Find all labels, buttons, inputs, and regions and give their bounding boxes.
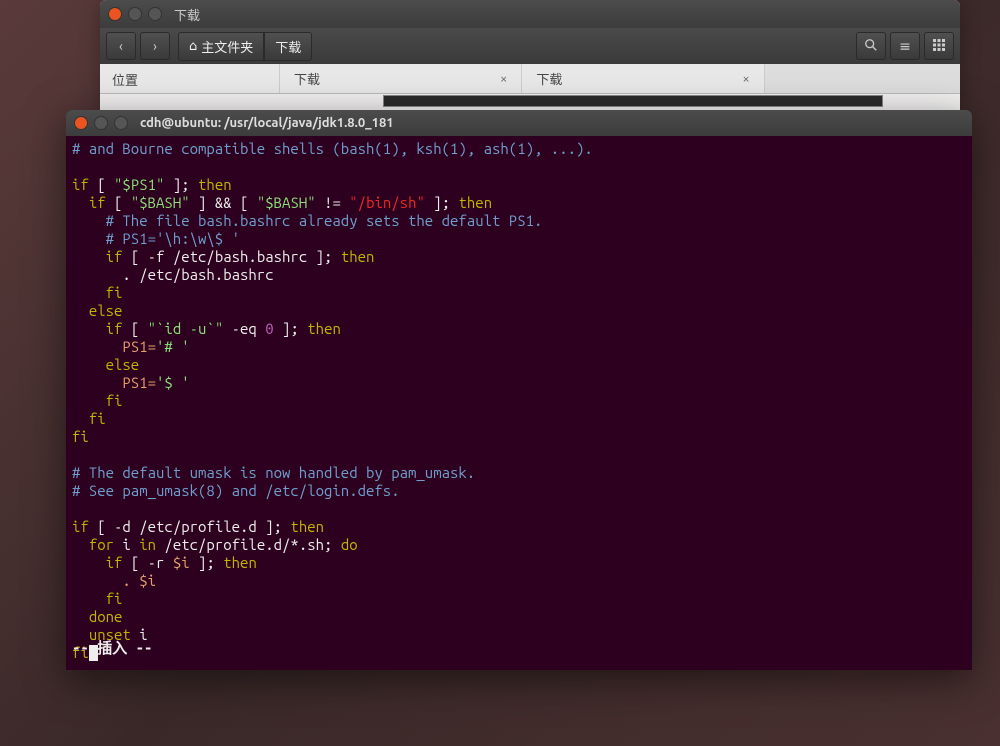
code-token: if	[106, 320, 123, 337]
fm-tab-1[interactable]: 下载 ×	[280, 64, 522, 93]
breadcrumb: ⌂ 主文件夹 下载	[178, 32, 312, 61]
grid-icon	[933, 38, 945, 54]
code-token: ];	[425, 194, 459, 211]
code-token: fi	[72, 428, 89, 445]
breadcrumb-home[interactable]: ⌂ 主文件夹	[178, 32, 264, 61]
search-icon	[864, 38, 878, 55]
code-token: fi	[106, 392, 123, 409]
term-maximize-icon[interactable]	[114, 116, 128, 130]
hamburger-icon: ≡	[899, 38, 911, 55]
code-token: [ -f /etc/bash.bashrc ];	[122, 248, 340, 265]
code-line: # PS1='\h:\w\$ '	[106, 230, 240, 247]
code-token: [	[89, 176, 114, 193]
code-token: [	[122, 320, 147, 337]
code-token: ]	[190, 194, 215, 211]
code-token: "$BASH"	[131, 194, 190, 211]
home-icon: ⌂	[189, 39, 197, 54]
code-token: if	[106, 554, 123, 571]
code-token: ];	[190, 554, 224, 571]
code-token: '$ '	[156, 374, 190, 391]
fm-content-strip	[383, 95, 883, 107]
close-icon[interactable]: ×	[742, 72, 749, 86]
breadcrumb-home-label: 主文件夹	[201, 37, 253, 56]
code-token: $i	[139, 572, 156, 589]
grid-view-button[interactable]	[924, 32, 954, 60]
code-line: # and Bourne compatible shells (bash(1),…	[72, 140, 593, 157]
fm-sidebar-header: 位置	[100, 64, 280, 93]
code-token: [ -d /etc/profile.d ];	[89, 518, 291, 535]
code-token: then	[290, 518, 324, 535]
fm-tabs: 位置 下载 × 下载 ×	[100, 64, 960, 94]
code-token: .	[122, 572, 139, 589]
search-button[interactable]	[856, 32, 886, 60]
code-token: [	[232, 194, 257, 211]
chevron-left-icon: ‹	[119, 38, 123, 54]
chevron-right-icon: ›	[153, 38, 157, 54]
breadcrumb-current[interactable]: 下载	[264, 32, 312, 61]
code-token: "/bin/sh"	[349, 194, 425, 211]
code-token: '# '	[156, 338, 190, 355]
code-line: # The default umask is now handled by pa…	[72, 464, 475, 481]
code-token: $i	[173, 554, 190, 571]
fm-minimize-icon[interactable]	[128, 7, 142, 21]
close-icon[interactable]: ×	[500, 72, 507, 86]
code-token: [ -r	[122, 554, 172, 571]
code-token: ];	[164, 176, 198, 193]
code-token: PS1=	[122, 374, 156, 391]
code-token: 0	[265, 320, 273, 337]
terminal-content[interactable]: # and Bourne compatible shells (bash(1),…	[66, 136, 972, 666]
fm-tab-2[interactable]: 下载 ×	[522, 64, 764, 93]
fm-maximize-icon[interactable]	[148, 7, 162, 21]
code-token: then	[459, 194, 493, 211]
breadcrumb-current-label: 下载	[275, 37, 301, 56]
code-token: if	[72, 176, 89, 193]
code-line: . /etc/bash.bashrc	[122, 266, 273, 283]
fm-titlebar[interactable]: 下载	[100, 0, 960, 28]
code-token: [	[106, 194, 131, 211]
terminal-titlebar[interactable]: cdh@ubuntu: /usr/local/java/jdk1.8.0_181	[66, 110, 972, 136]
file-manager-window: 下载 ‹ › ⌂ 主文件夹 下载 ≡	[100, 0, 960, 110]
code-token: fi	[106, 590, 123, 607]
fm-tab-2-label: 下载	[536, 69, 562, 88]
code-token: if	[106, 248, 123, 265]
code-token: if	[72, 518, 89, 535]
code-token: &&	[215, 194, 232, 211]
code-token: -eq	[223, 320, 265, 337]
code-token: fi	[106, 284, 123, 301]
code-token: ];	[274, 320, 308, 337]
code-token: then	[307, 320, 341, 337]
term-minimize-icon[interactable]	[94, 116, 108, 130]
back-button[interactable]: ‹	[106, 32, 136, 60]
vim-status-line: -- 插入 --	[72, 637, 152, 658]
forward-button[interactable]: ›	[140, 32, 170, 60]
code-token: "$BASH"	[257, 194, 316, 211]
code-token: !=	[316, 194, 350, 211]
code-token: in	[139, 536, 156, 553]
code-token: else	[89, 302, 123, 319]
term-close-icon[interactable]	[74, 116, 88, 130]
fm-close-icon[interactable]	[108, 7, 122, 21]
code-token: then	[341, 248, 375, 265]
code-token: then	[223, 554, 257, 571]
code-token: fi	[89, 410, 106, 427]
code-token: done	[89, 608, 123, 625]
menu-button[interactable]: ≡	[890, 32, 920, 60]
terminal-window: cdh@ubuntu: /usr/local/java/jdk1.8.0_181…	[66, 110, 972, 670]
code-token: PS1=	[122, 338, 156, 355]
code-token: "$PS1"	[114, 176, 164, 193]
fm-toolbar: ‹ › ⌂ 主文件夹 下载 ≡	[100, 28, 960, 64]
fm-title: 下载	[174, 5, 200, 24]
code-token: then	[198, 176, 232, 193]
code-token: i	[114, 536, 139, 553]
fm-tab-1-label: 下载	[294, 69, 320, 88]
code-token: do	[341, 536, 358, 553]
code-token: "`id -u`"	[148, 320, 224, 337]
code-token: if	[89, 194, 106, 211]
code-line: # See pam_umask(8) and /etc/login.defs.	[72, 482, 400, 499]
terminal-title: cdh@ubuntu: /usr/local/java/jdk1.8.0_181	[140, 116, 394, 130]
code-line: # The file bash.bashrc already sets the …	[106, 212, 543, 229]
code-token: else	[106, 356, 140, 373]
code-token: for	[89, 536, 114, 553]
code-token: /etc/profile.d/*.sh;	[156, 536, 341, 553]
